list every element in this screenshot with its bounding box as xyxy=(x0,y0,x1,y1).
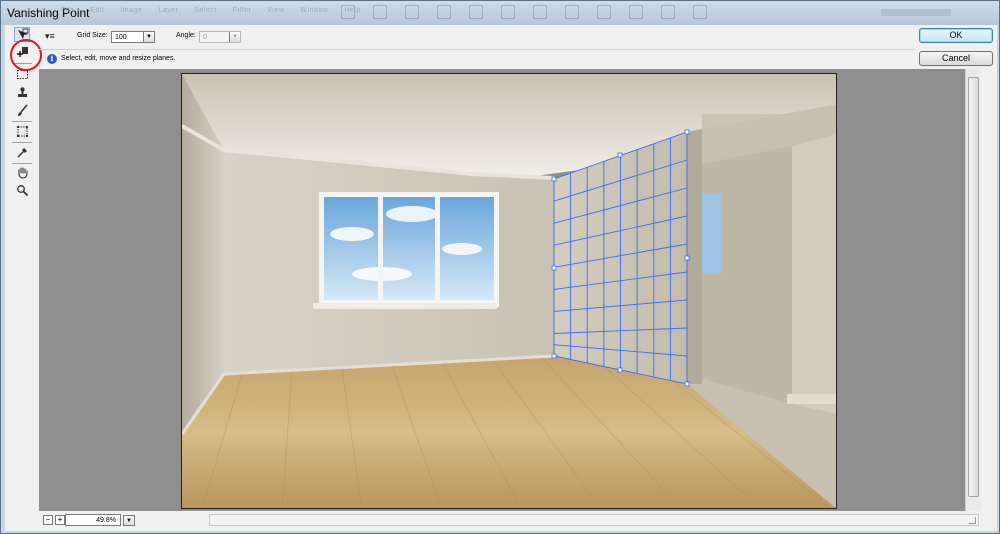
title-bar[interactable]: Vanishing Point File Edit Image Layer Select… xyxy=(1,1,999,25)
zoom-bar: − + 49.8% ▼ xyxy=(39,512,979,530)
dialog-body: ▾≡ Grid Size: 100 ▼ Angle: 0 ▼ i Select,… xyxy=(5,25,997,531)
options-menu-icon[interactable]: ▾≡ xyxy=(45,31,55,42)
plane-handle xyxy=(684,255,690,261)
eyedropper-tool-icon[interactable] xyxy=(14,145,30,160)
chevron-down-icon: ▼ xyxy=(229,32,240,42)
background-menu-bar: File Edit Image Layer Select Filter View Window… xyxy=(61,7,361,14)
scroll-thumb[interactable] xyxy=(968,77,979,497)
highlight-annotation-circle xyxy=(10,39,42,71)
angle-label: Angle: xyxy=(176,32,196,39)
info-bar: i Select, edit, move and resize planes. xyxy=(39,49,915,67)
tool-palette xyxy=(7,25,42,509)
angle-dropdown[interactable]: 0 ▼ xyxy=(199,31,241,43)
grid-size-label: Grid Size: xyxy=(77,32,108,39)
tool-hint-text: Select, edit, move and resize planes. xyxy=(61,55,176,62)
plane-handle xyxy=(617,367,623,373)
plane-handle xyxy=(551,265,557,271)
plane-handle xyxy=(684,129,690,135)
plane-handle xyxy=(617,152,623,158)
zoom-level-field[interactable]: 49.8% xyxy=(65,514,121,526)
tool-options-bar: ▾≡ Grid Size: 100 ▼ Angle: 0 ▼ xyxy=(39,25,915,49)
angle-value: 0 xyxy=(203,34,207,41)
stamp-tool-icon[interactable] xyxy=(14,85,30,100)
plane-handle xyxy=(551,353,557,359)
zoom-tool-icon[interactable] xyxy=(14,183,30,198)
background-toolbar-icons xyxy=(341,5,791,21)
background-workspace-label xyxy=(881,9,951,16)
info-icon: i xyxy=(47,54,57,64)
ok-button[interactable]: OK xyxy=(919,28,993,43)
tool-separator xyxy=(12,121,32,122)
horizontal-scrollbar[interactable] xyxy=(209,514,979,526)
transform-tool-icon[interactable] xyxy=(14,124,30,139)
room-photo[interactable] xyxy=(181,73,837,509)
tool-separator xyxy=(12,163,32,164)
chevron-down-icon[interactable]: ▼ xyxy=(123,515,135,526)
cancel-button[interactable]: Cancel xyxy=(919,51,993,66)
grid-size-value: 100 xyxy=(115,34,127,41)
resize-grip-icon[interactable] xyxy=(969,517,976,524)
vertical-scrollbar[interactable] xyxy=(965,69,981,511)
tool-separator xyxy=(12,142,32,143)
plane-handle xyxy=(551,176,557,182)
canvas-area[interactable] xyxy=(39,69,965,511)
zoom-in-button[interactable]: + xyxy=(55,515,65,525)
brush-tool-icon[interactable] xyxy=(14,103,30,118)
zoom-out-button[interactable]: − xyxy=(43,515,53,525)
hand-tool-icon[interactable] xyxy=(14,165,30,180)
grid-size-dropdown[interactable]: 100 ▼ xyxy=(111,31,155,43)
chevron-down-icon: ▼ xyxy=(143,32,154,42)
vanishing-point-window: Vanishing Point File Edit Image Layer Select… xyxy=(0,0,1000,534)
plane-handle xyxy=(684,381,690,387)
